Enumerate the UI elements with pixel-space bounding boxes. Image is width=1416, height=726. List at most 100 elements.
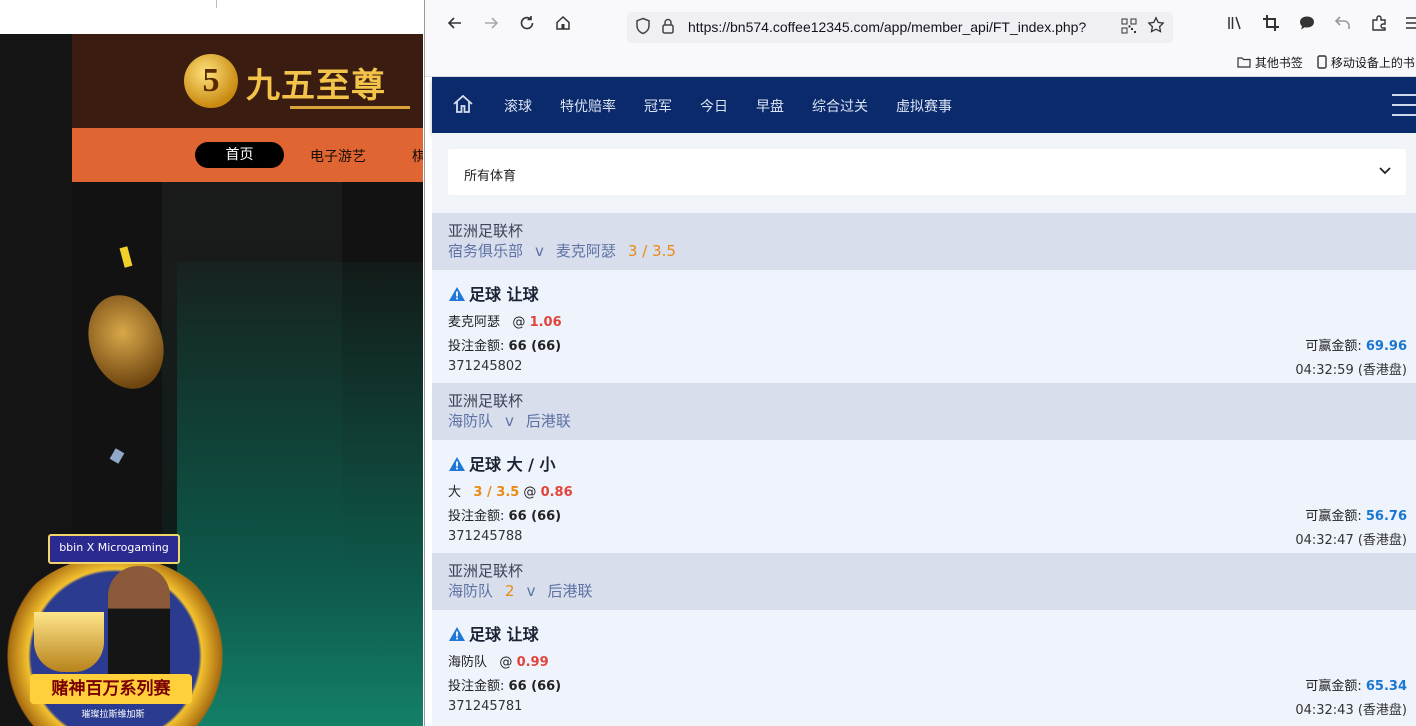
nav-parlay[interactable]: 综合过关	[812, 96, 868, 116]
league-name: 亚洲足联杯	[448, 562, 524, 580]
bet-time: 04:32:47 (香港盘)	[1295, 533, 1407, 548]
warning-icon	[448, 286, 466, 302]
ticket-id: 371245802	[448, 359, 523, 374]
chevron-down-icon	[1378, 162, 1392, 176]
stake-value: 66 (66)	[508, 339, 562, 354]
league-name: 亚洲足联杯	[448, 222, 524, 240]
app-home-icon[interactable]	[452, 93, 474, 115]
library-icon[interactable]	[1225, 14, 1245, 34]
promo-badge[interactable]: bbin X Microgaming 赌神百万系列赛 璀璨拉斯维加斯	[0, 532, 232, 726]
stake-row: 投注金额: 66 (66)	[448, 335, 561, 354]
casino-logo-icon: 5	[184, 54, 238, 108]
away-team: 后港联	[525, 412, 571, 430]
win-label: 可赢金额:	[1305, 339, 1362, 354]
shield-icon[interactable]	[635, 17, 651, 39]
bet-header: 亚洲足联杯 海防队 2 v 后港联	[432, 553, 1416, 610]
stake-value: 66 (66)	[508, 679, 562, 694]
app-nav-bar: 滚球 特优赔率 冠军 今日 早盘 综合过关 虚拟赛事	[432, 77, 1416, 133]
header-handicap: 3 / 3.5	[627, 242, 676, 260]
warning-icon	[448, 456, 466, 472]
browser-toolbar: https://bn574.coffee12345.com/app/member…	[425, 0, 1416, 46]
win-value: 65.34	[1365, 679, 1407, 694]
win-label: 可赢金额:	[1305, 679, 1362, 694]
bet-time: 04:32:59 (香港盘)	[1295, 363, 1407, 378]
lock-icon[interactable]	[661, 17, 675, 39]
trophy-icon	[34, 612, 104, 672]
forward-icon[interactable]	[481, 14, 501, 34]
stake-label: 投注金额:	[448, 509, 505, 524]
bet-selection: 大 3 / 3.5 @ 0.86	[448, 485, 573, 500]
reload-icon[interactable]	[517, 14, 537, 34]
promo-brand-tag: bbin X Microgaming	[48, 534, 180, 564]
nav-champion[interactable]: 冠军	[644, 96, 672, 116]
nav-today[interactable]: 今日	[700, 96, 728, 116]
nav-live[interactable]: 滚球	[504, 96, 532, 116]
home-team: 海防队	[448, 412, 494, 430]
address-bar[interactable]: https://bn574.coffee12345.com/app/member…	[627, 12, 1173, 43]
match-teams: 海防队 v 后港联	[448, 411, 1401, 432]
selection-handicap: 3 / 3.5	[473, 485, 520, 500]
background-casino-window: 5 九五至尊 首页 电子游艺 棋 bbin X Microgaming 赌神百万…	[0, 0, 423, 726]
extensions-icon[interactable]	[1369, 14, 1389, 34]
vs-label: v	[505, 412, 514, 430]
league-name: 亚洲足联杯	[448, 392, 524, 410]
odds-value: 0.86	[540, 485, 573, 500]
warning-icon	[448, 626, 466, 642]
win-value: 69.96	[1365, 339, 1407, 354]
selection-name: 大	[448, 485, 462, 500]
back-icon[interactable]	[445, 14, 465, 34]
qr-code-icon[interactable]	[1121, 18, 1137, 38]
vs-label: v	[535, 242, 544, 260]
nav-best-odds[interactable]: 特优赔率	[560, 96, 616, 116]
bet-card[interactable]: 足球 让球 麦克阿瑟 @ 1.06 投注金额: 66 (66) 可赢金额: 69…	[432, 270, 1416, 383]
bets-content: 所有体育 亚洲足联杯 宿务俱乐部 v 麦克阿瑟 3 / 3.5 足球 让球 麦克阿瑟 …	[432, 133, 1416, 726]
bet-card[interactable]: 足球 让球 海防队 @ 0.99 投注金额: 66 (66) 可赢金额: 65.…	[432, 610, 1416, 723]
bookmark-mobile[interactable]: 移动设备上的书	[1317, 54, 1415, 71]
bet-header: 亚洲足联杯 海防队 v 后港联	[432, 383, 1416, 440]
chat-icon[interactable]	[1297, 14, 1317, 34]
match-teams: 海防队 2 v 后港联	[448, 581, 1401, 602]
bet-card[interactable]: 足球 大 / 小 大 3 / 3.5 @ 0.86 投注金额: 66 (66) …	[432, 440, 1416, 553]
vs-label: v	[526, 582, 536, 600]
win-row: 可赢金额: 65.34	[1305, 675, 1407, 694]
bookmark-other[interactable]: 其他书签	[1237, 54, 1303, 71]
bookmark-star-icon[interactable]	[1147, 16, 1165, 39]
undo-icon[interactable]	[1333, 14, 1353, 34]
hamburger-menu-icon[interactable]	[1392, 94, 1416, 116]
menu-icon[interactable]	[1403, 14, 1416, 34]
casino-nav-slots[interactable]: 电子游艺	[310, 146, 366, 166]
home-team: 宿务俱乐部	[448, 242, 524, 260]
sport-select-value: 所有体育	[464, 169, 517, 184]
casino-nav: 首页 电子游艺 棋	[72, 128, 423, 182]
casino-header: 5 九五至尊	[72, 34, 423, 128]
win-label: 可赢金额:	[1305, 509, 1362, 524]
bookmarks-bar: 其他书签 移动设备上的书	[425, 46, 1416, 77]
selection-name: 麦克阿瑟	[448, 315, 501, 330]
sport-select[interactable]: 所有体育	[448, 149, 1406, 195]
url-text[interactable]: https://bn574.coffee12345.com/app/member…	[688, 19, 1112, 35]
bet-type-title: 足球 让球	[448, 621, 539, 645]
stake-label: 投注金额:	[448, 679, 505, 694]
casino-nav-home[interactable]: 首页	[195, 142, 284, 168]
bookmark-other-label: 其他书签	[1254, 56, 1303, 70]
promo-subtitle: 璀璨拉斯维加斯	[81, 710, 145, 720]
bookmark-mobile-label: 移动设备上的书	[1330, 56, 1415, 70]
crop-icon[interactable]	[1261, 14, 1281, 34]
bet-selection: 麦克阿瑟 @ 1.06	[448, 315, 562, 330]
bet-type-title: 足球 让球	[448, 281, 539, 305]
browser-window: https://bn574.coffee12345.com/app/member…	[424, 0, 1416, 726]
match-teams: 宿务俱乐部 v 麦克阿瑟 3 / 3.5	[448, 241, 1401, 262]
casino-nav-cards[interactable]: 棋	[412, 146, 423, 166]
background-window-toolbar	[0, 0, 423, 35]
away-team: 麦克阿瑟	[555, 242, 616, 260]
promo-title: 赌神百万系列赛	[30, 674, 192, 704]
bet-time: 04:32:43 (香港盘)	[1295, 703, 1407, 718]
home-icon[interactable]	[553, 14, 573, 34]
win-value: 56.76	[1365, 509, 1407, 524]
bet-selection: 海防队 @ 0.99	[448, 655, 549, 670]
stake-row: 投注金额: 66 (66)	[448, 505, 561, 524]
nav-virtual[interactable]: 虚拟赛事	[896, 96, 952, 116]
nav-early[interactable]: 早盘	[756, 96, 784, 116]
win-row: 可赢金额: 69.96	[1305, 335, 1407, 354]
promo-person-image	[108, 566, 170, 686]
